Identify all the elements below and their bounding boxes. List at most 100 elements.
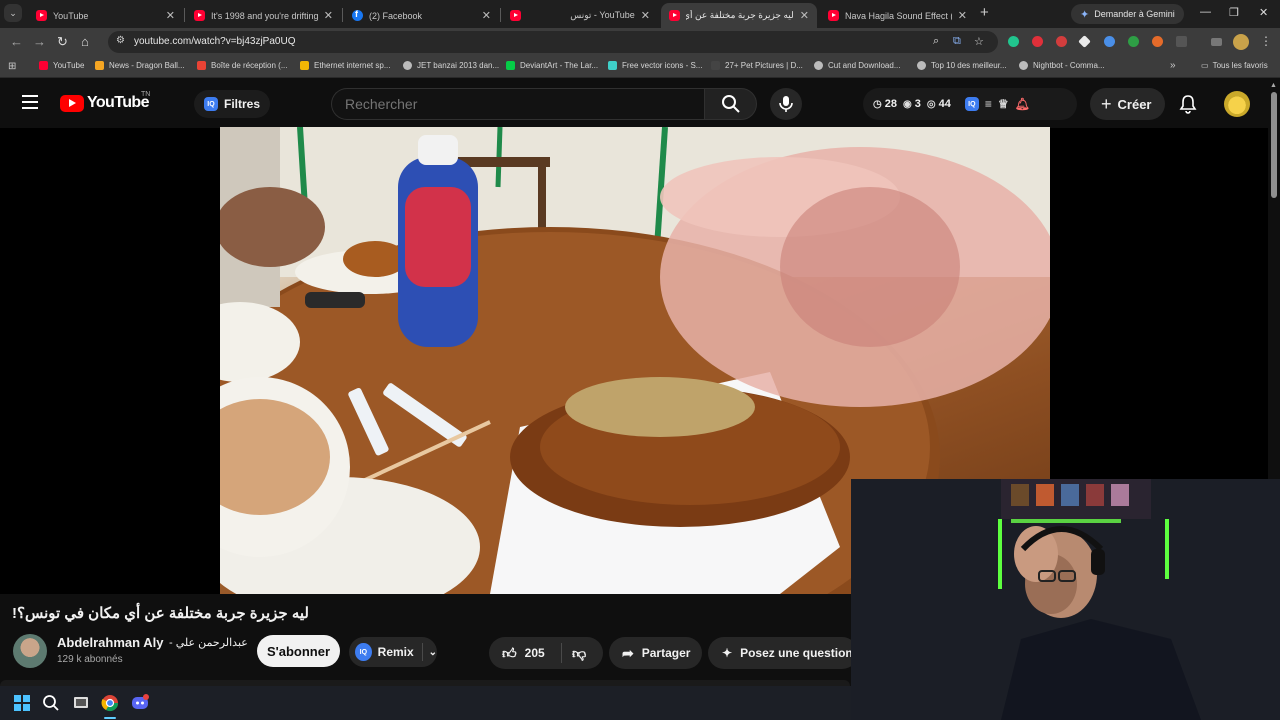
extension-icon[interactable] <box>1104 36 1115 47</box>
remix-button[interactable]: IQ Remix ⌄ <box>349 637 437 667</box>
zoom-icon[interactable]: ⌕ <box>933 35 939 48</box>
browser-tab[interactable]: YouTube ✕ <box>28 3 183 28</box>
youtube-favicon-icon <box>36 10 47 21</box>
youtube-logo-icon[interactable] <box>60 95 84 112</box>
globe-icon <box>814 61 823 70</box>
scrollbar-thumb[interactable] <box>1271 92 1277 198</box>
search-icon[interactable] <box>42 694 60 712</box>
browser-tab[interactable]: It's 1998 and you're drifting in ✕ <box>186 3 341 28</box>
notifications-bell-icon[interactable] <box>1178 94 1198 119</box>
gmail-icon <box>197 61 206 70</box>
bookmark-item[interactable]: 27+ Pet Pictures | D... <box>711 61 803 70</box>
bookmark-item[interactable]: YouTube <box>39 61 84 70</box>
filters-button[interactable]: IQ Filtres <box>194 90 271 118</box>
thumbs-down-icon[interactable]: 👎︎ <box>562 645 586 662</box>
windows-start-icon[interactable] <box>13 694 31 712</box>
close-tab-icon[interactable]: ✕ <box>482 9 491 22</box>
voice-search-button[interactable] <box>770 88 802 120</box>
extension-icon[interactable] <box>1128 36 1139 47</box>
close-tab-icon[interactable]: ✕ <box>958 9 967 22</box>
apps-grid-icon[interactable]: ⊞ <box>8 61 16 72</box>
close-tab-icon[interactable]: ✕ <box>641 9 650 22</box>
share-arrow-icon: ➦ <box>622 644 634 661</box>
video-title: ليه جزيرة جربة مختلفة عن أي مكان في تونس… <box>12 605 309 622</box>
bookmark-item[interactable]: JET banzai 2013 dan... <box>403 61 499 70</box>
channel-name[interactable]: Abdelrahman Aly <box>57 635 163 650</box>
subscriber-count: 129 k abonnés <box>57 654 123 665</box>
channel-name-arabic[interactable]: - عبدالرحمن علي <box>169 636 248 649</box>
browser-tab-active[interactable]: ليه جزيرة جربة مختلفة عن أي مكا ✕ <box>661 3 817 28</box>
alert-bell-icon[interactable]: 🔔︎ <box>1015 97 1030 111</box>
address-bar[interactable]: ⚙ youtube.com/watch?v=bj43zjPa0UQ ⌕ ⧉ ☆ <box>108 31 998 53</box>
more-bookmarks-chevron-icon[interactable]: » <box>1170 60 1176 71</box>
all-bookmarks-button[interactable]: ▭ Tous les favoris <box>1201 61 1268 70</box>
bookmark-item[interactable]: Ethernet internet sp... <box>300 61 391 70</box>
bookmark-item[interactable]: Top 10 des meilleur... <box>917 61 1007 70</box>
chevron-down-icon[interactable]: ⌄ <box>429 647 437 658</box>
bookmark-item[interactable]: Free vector icons - S... <box>608 61 702 70</box>
extension-icon[interactable] <box>1078 35 1091 48</box>
create-button[interactable]: + Créer <box>1090 88 1166 120</box>
bookmark-item[interactable]: News - Dragon Ball... <box>95 61 185 70</box>
home-icon[interactable]: ⌂ <box>81 34 89 50</box>
forward-arrow-icon[interactable]: → <box>33 34 46 50</box>
ask-gemini-button[interactable]: ✦ Demander à Gemini <box>1071 4 1184 24</box>
bookmark-favicon-icon <box>711 61 720 70</box>
back-arrow-icon[interactable]: ← <box>10 34 23 50</box>
minimize-window-icon[interactable]: — <box>1200 6 1211 18</box>
ask-question-button[interactable]: ✦ Posez une question <box>708 637 858 669</box>
channel-avatar[interactable] <box>13 634 47 668</box>
bookmark-item[interactable]: DeviantArt - The Lar... <box>506 61 598 70</box>
reload-icon[interactable]: ↻ <box>57 34 68 50</box>
country-code: TN <box>141 91 151 98</box>
menu-hamburger-icon[interactable] <box>22 95 38 109</box>
like-button[interactable]: 👍︎ 205 <box>489 645 561 662</box>
discord-taskbar-icon[interactable] <box>131 694 149 712</box>
reading-list-icon[interactable] <box>1211 38 1222 46</box>
youtube-wordmark[interactable]: YouTube <box>87 94 149 112</box>
remix-divider <box>421 643 423 661</box>
extension-icon[interactable] <box>1056 36 1067 47</box>
subscribe-button[interactable]: S'abonner <box>257 635 340 667</box>
search-button[interactable] <box>704 88 757 120</box>
chrome-menu-icon[interactable]: ⋮ <box>1260 34 1272 48</box>
account-avatar[interactable] <box>1224 91 1250 117</box>
browser-tab[interactable]: YouTube - تونس ✕ <box>532 3 658 28</box>
browser-tab[interactable] <box>502 3 532 28</box>
bookmark-item[interactable]: Boîte de réception (... <box>197 61 288 70</box>
youtube-favicon-icon <box>669 10 680 21</box>
restore-window-icon[interactable]: ❐ <box>1229 6 1239 19</box>
close-window-icon[interactable]: ✕ <box>1259 6 1268 19</box>
trophy-icon[interactable]: ♕ <box>998 97 1009 111</box>
tab-search-chevron-icon[interactable]: ⌄ <box>4 4 22 22</box>
close-tab-icon[interactable]: ✕ <box>800 9 809 22</box>
iq-extension-icon: IQ <box>204 97 218 111</box>
scroll-up-arrow-icon[interactable]: ▲ <box>1270 82 1277 89</box>
search-input[interactable] <box>331 88 704 120</box>
browser-tab[interactable]: (2) Facebook ✕ <box>344 3 499 28</box>
new-tab-button[interactable]: + <box>980 5 989 21</box>
translate-icon[interactable]: ⧉ <box>953 35 961 48</box>
site-info-icon[interactable]: ⚙ <box>116 35 125 46</box>
webcam-overlay <box>851 479 1280 720</box>
close-tab-icon[interactable]: ✕ <box>166 9 175 22</box>
extension-icon[interactable] <box>1152 36 1163 47</box>
extension-icon[interactable] <box>1032 36 1043 47</box>
bookmark-item[interactable]: Cut and Download... <box>814 61 901 70</box>
chrome-taskbar-icon[interactable] <box>101 694 119 712</box>
youtube-favicon-icon <box>828 10 839 21</box>
profile-avatar[interactable] <box>1233 34 1249 50</box>
list-icon[interactable]: ≡ <box>985 97 992 111</box>
browser-tab[interactable]: Nava Hagila Sound Effect (Jew ✕ <box>820 3 975 28</box>
task-view-icon[interactable] <box>72 694 90 712</box>
share-button[interactable]: ➦ Partager <box>609 637 702 669</box>
extension-icon[interactable] <box>1008 36 1019 47</box>
extensions-puzzle-icon[interactable] <box>1176 36 1187 47</box>
bookmark-item[interactable]: Nightbot - Comma... <box>1019 61 1105 70</box>
microphone-icon <box>779 96 793 112</box>
extension-stats-bar[interactable]: ◷ 28 ◉ 3 ◎ 44 IQ ≡ ♕ 🔔︎ <box>863 88 1077 120</box>
plus-icon: + <box>1101 94 1112 114</box>
iq-extension-icon[interactable]: IQ <box>964 97 979 111</box>
close-tab-icon[interactable]: ✕ <box>324 9 333 22</box>
bookmark-star-icon[interactable]: ☆ <box>974 35 984 48</box>
